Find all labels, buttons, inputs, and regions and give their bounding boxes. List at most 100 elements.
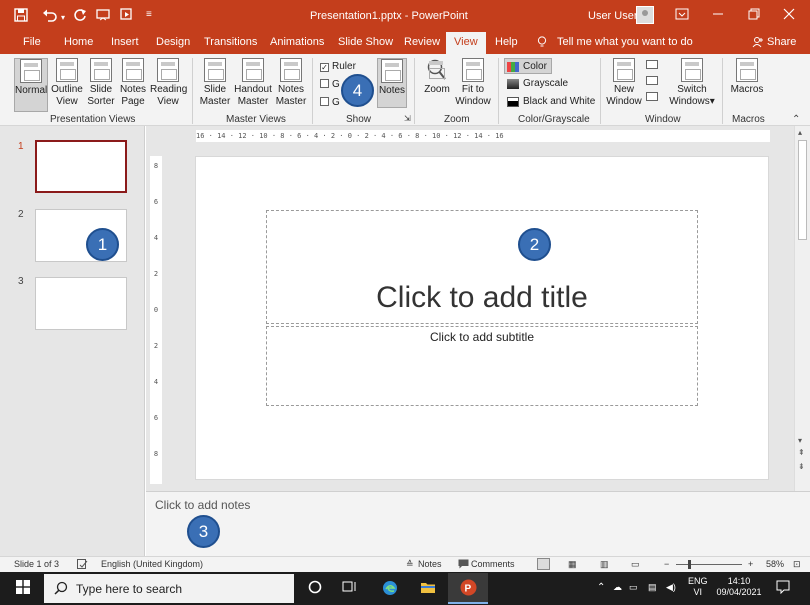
customize-toolbar-icon[interactable]: ≡ xyxy=(146,8,152,22)
slide-master-button[interactable]: Slide Master xyxy=(198,58,232,112)
black-and-white-button[interactable]: Black and White xyxy=(505,94,595,110)
zoom-button[interactable]: Zoom xyxy=(420,58,454,112)
dialog-launcher-icon[interactable]: ⇲ xyxy=(404,114,411,123)
comments-icon xyxy=(458,559,469,571)
tab-file[interactable]: File xyxy=(23,36,41,48)
clock[interactable]: 14:10 09/04/2021 xyxy=(716,576,762,598)
slide-sorter-status-icon[interactable]: ▦ xyxy=(568,559,577,570)
previous-slide-icon[interactable]: ⇞ xyxy=(798,449,805,457)
subtitle-placeholder[interactable]: Click to add subtitle xyxy=(266,326,698,406)
normal-view-status-icon[interactable] xyxy=(537,558,550,570)
task-view-icon[interactable] xyxy=(342,580,358,597)
restore-icon[interactable] xyxy=(748,8,760,22)
grayscale-button[interactable]: Grayscale xyxy=(505,76,568,92)
tell-me-search[interactable]: Tell me what you want to do xyxy=(557,36,693,48)
taskbar-search[interactable]: Type here to search xyxy=(44,574,294,603)
present-icon[interactable] xyxy=(120,8,134,24)
ribbon-display-icon[interactable] xyxy=(675,8,689,22)
fit-slide-icon[interactable]: ⊡ xyxy=(793,559,801,570)
slide-thumbnail-1[interactable] xyxy=(35,140,127,193)
volume-icon[interactable]: ◀) xyxy=(666,582,676,593)
zoom-out-icon[interactable]: − xyxy=(664,559,669,569)
slide-canvas[interactable]: Click to add title Click to add subtitle xyxy=(195,156,769,480)
zoom-percent[interactable]: 58% xyxy=(766,559,784,569)
collapse-ribbon-icon[interactable]: ⌃ xyxy=(792,114,800,125)
group-divider xyxy=(414,58,415,124)
undo-icon[interactable] xyxy=(42,8,58,24)
language-indicator[interactable]: English (United Kingdom) xyxy=(101,559,203,569)
macros-button[interactable]: Macros xyxy=(728,58,766,112)
save-icon[interactable] xyxy=(14,8,28,24)
outline-view-button[interactable]: Outline View xyxy=(50,58,84,112)
zoom-in-icon[interactable]: + xyxy=(748,559,753,569)
scroll-down-icon[interactable]: ▾ xyxy=(798,437,802,445)
notes-master-button[interactable]: Notes Master xyxy=(274,58,308,112)
windows-start-icon[interactable] xyxy=(16,580,30,597)
tab-view[interactable]: View xyxy=(446,32,486,54)
reading-view-status-icon[interactable]: ▥ xyxy=(600,559,609,570)
normal-view-button[interactable]: Normal xyxy=(14,58,48,112)
reading-view-button[interactable]: Reading View xyxy=(150,58,187,112)
battery-icon[interactable]: ▭ xyxy=(629,582,638,593)
tray-chevron-up-icon[interactable]: ⌃ xyxy=(597,582,605,593)
tab-animations[interactable]: Animations xyxy=(270,36,324,48)
tab-design[interactable]: Design xyxy=(156,36,190,48)
tab-review[interactable]: Review xyxy=(404,36,440,48)
redo-icon[interactable] xyxy=(73,8,87,24)
notes-button[interactable]: Notes xyxy=(377,58,407,108)
notifications-icon[interactable] xyxy=(776,580,790,597)
slide-sorter-button[interactable]: Slide Sorter xyxy=(86,58,116,112)
close-icon[interactable] xyxy=(783,8,795,22)
cascade-icon[interactable] xyxy=(646,76,658,85)
vertical-scrollbar[interactable]: ▴ ▾ ⇞ ⇟ xyxy=(794,126,810,491)
tab-home[interactable]: Home xyxy=(64,36,93,48)
color-swatch-icon xyxy=(507,62,519,72)
tab-transitions[interactable]: Transitions xyxy=(204,36,257,48)
ruler-checkbox[interactable]: ✓ Ruler xyxy=(320,61,356,72)
move-split-icon[interactable] xyxy=(646,92,658,101)
arrange-all-icon[interactable] xyxy=(646,60,658,69)
title-placeholder[interactable]: Click to add title xyxy=(266,210,698,324)
notes-page-button[interactable]: Notes Page xyxy=(118,58,148,112)
start-from-beginning-icon[interactable] xyxy=(96,8,110,24)
undo-dropdown-icon[interactable]: ▾ xyxy=(61,11,65,25)
tab-help[interactable]: Help xyxy=(495,36,518,48)
switch-windows-button[interactable]: Switch Windows▾ xyxy=(668,58,716,112)
gridlines-checkbox[interactable]: G xyxy=(320,79,340,90)
zoom-slider[interactable] xyxy=(676,564,742,565)
color-grayscale-label: Color/Grayscale xyxy=(518,114,590,125)
input-language[interactable]: ENG VI xyxy=(688,576,708,598)
edge-icon[interactable] xyxy=(382,580,398,599)
next-slide-icon[interactable]: ⇟ xyxy=(798,463,805,471)
slide-sorter-icon xyxy=(90,58,112,82)
minimize-icon[interactable] xyxy=(712,8,724,22)
powerpoint-taskbar-button[interactable]: P xyxy=(448,573,488,604)
tab-insert[interactable]: Insert xyxy=(111,36,139,48)
color-button[interactable]: Color xyxy=(504,58,552,74)
new-window-button[interactable]: New Window xyxy=(606,58,642,112)
zoom-slider-handle[interactable] xyxy=(688,560,691,569)
fit-to-window-button[interactable]: Fit to Window xyxy=(455,58,491,112)
cortana-icon[interactable] xyxy=(308,580,322,597)
notes-toggle-button[interactable]: Notes xyxy=(418,559,442,569)
share-button[interactable]: Share xyxy=(767,36,796,48)
avatar[interactable] xyxy=(636,6,654,24)
black-white-swatch-icon xyxy=(507,97,519,107)
vertical-ruler: 8 6 4 2 0 2 4 6 8 xyxy=(150,156,162,484)
scroll-up-icon[interactable]: ▴ xyxy=(798,129,802,137)
slide-thumbnail-3[interactable] xyxy=(35,277,127,330)
title-placeholder-text: Click to add title xyxy=(376,281,588,314)
scrollbar-thumb[interactable] xyxy=(798,140,807,240)
handout-master-button[interactable]: Handout Master xyxy=(234,58,272,112)
slide-show-status-icon[interactable]: ▭ xyxy=(631,559,640,570)
onedrive-icon[interactable]: ☁ xyxy=(613,582,622,593)
tab-slide-show[interactable]: Slide Show xyxy=(338,36,393,48)
user-name[interactable]: User User xyxy=(588,10,638,22)
comments-button[interactable]: Comments xyxy=(471,559,515,569)
thumbnail-number: 2 xyxy=(18,209,24,220)
notes-pane[interactable]: Click to add notes xyxy=(146,491,810,556)
spellcheck-icon[interactable] xyxy=(77,559,88,571)
network-icon[interactable]: ▤ xyxy=(648,582,657,593)
file-explorer-icon[interactable] xyxy=(420,580,436,597)
guides-checkbox[interactable]: G xyxy=(320,97,340,108)
